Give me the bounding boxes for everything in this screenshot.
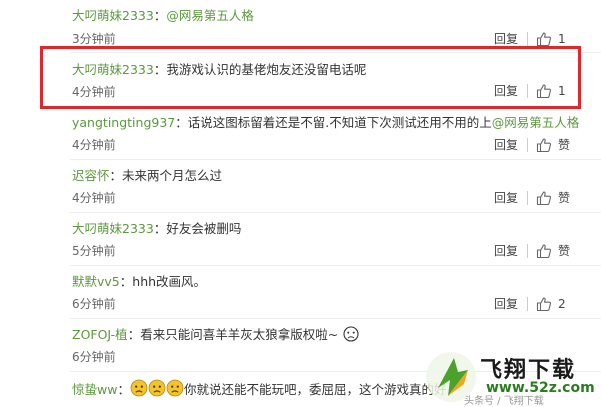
row-divider	[70, 318, 601, 319]
thumbs-up-icon[interactable]	[536, 137, 552, 153]
row-divider	[70, 212, 601, 213]
reply-button[interactable]: 回复	[494, 138, 518, 152]
thumbs-up-icon[interactable]	[536, 190, 552, 206]
site-watermark: 飞翔下载 www.52z.com 头条号 / 飞翔下载	[418, 348, 601, 407]
comment-time: 6分钟前	[72, 297, 116, 311]
sad-face-emote-icon	[342, 326, 360, 346]
like-count: 2	[558, 297, 566, 311]
like-count: 1	[558, 32, 566, 46]
reply-button[interactable]: 回复	[494, 297, 518, 311]
comment-time: 4分钟前	[72, 138, 116, 152]
comment-username[interactable]: 惊蛰ww	[72, 382, 117, 397]
comment-feed: 大叼萌妹2333：@网易第五人格 3分钟前 回复 1 大叼萌妹2333：我游戏认…	[0, 0, 601, 407]
comment-username[interactable]: 大叼萌妹2333	[72, 221, 154, 236]
row-divider	[70, 159, 601, 160]
comment-time: 5分钟前	[72, 244, 116, 258]
comment-text: 你就说还能不能玩吧，委屈屈，这个游戏真的好	[183, 382, 447, 397]
comment-username[interactable]: 迟容怀	[72, 168, 110, 183]
action-divider	[527, 191, 528, 205]
like-count: 赞	[558, 244, 571, 258]
sad-face-emote-icon	[130, 379, 148, 401]
action-divider	[527, 244, 528, 258]
comment-text: 未来两个月怎么过	[122, 168, 223, 183]
comment-time: 4分钟前	[72, 191, 116, 205]
reply-button[interactable]: 回复	[494, 32, 518, 46]
thumbs-up-icon[interactable]	[536, 31, 552, 47]
action-divider	[527, 138, 528, 152]
highlight-box	[40, 46, 581, 109]
comment-username[interactable]: 大叼萌妹2333	[72, 8, 154, 23]
comment-text: 看来只能问喜羊羊灰太狼拿版权啦~	[140, 327, 339, 342]
comment-time: 6分钟前	[72, 350, 116, 364]
reply-button[interactable]: 回复	[494, 191, 518, 205]
comment-text: hhh改画风。	[132, 274, 207, 289]
reply-button[interactable]: 回复	[494, 244, 518, 258]
comment-mention[interactable]: @网易第五人格	[166, 8, 254, 23]
action-divider	[527, 297, 528, 311]
like-count: 赞	[558, 138, 571, 152]
comment-text: 好友会被删吗	[166, 221, 242, 236]
comment-text: 话说这图标留着还是不留.不知道下次测试还用不用的上	[187, 115, 492, 130]
comment-username[interactable]: ZOFOJ-植	[72, 327, 128, 342]
comment-mention[interactable]: @网易第五人格	[492, 115, 580, 130]
like-count: 赞	[558, 191, 571, 205]
thumbs-up-icon[interactable]	[536, 296, 552, 312]
sad-face-emote-icon	[166, 379, 184, 401]
action-divider	[527, 32, 528, 46]
comment-time: 3分钟前	[72, 32, 116, 46]
comment-username[interactable]: yangtingting937	[72, 115, 175, 130]
sad-face-emote-icon	[148, 379, 166, 401]
comment-username[interactable]: 默默vv5	[72, 274, 120, 289]
watermark-caption: 头条号 / 飞翔下载	[464, 396, 544, 407]
thumbs-up-icon[interactable]	[536, 243, 552, 259]
row-divider	[70, 265, 601, 266]
